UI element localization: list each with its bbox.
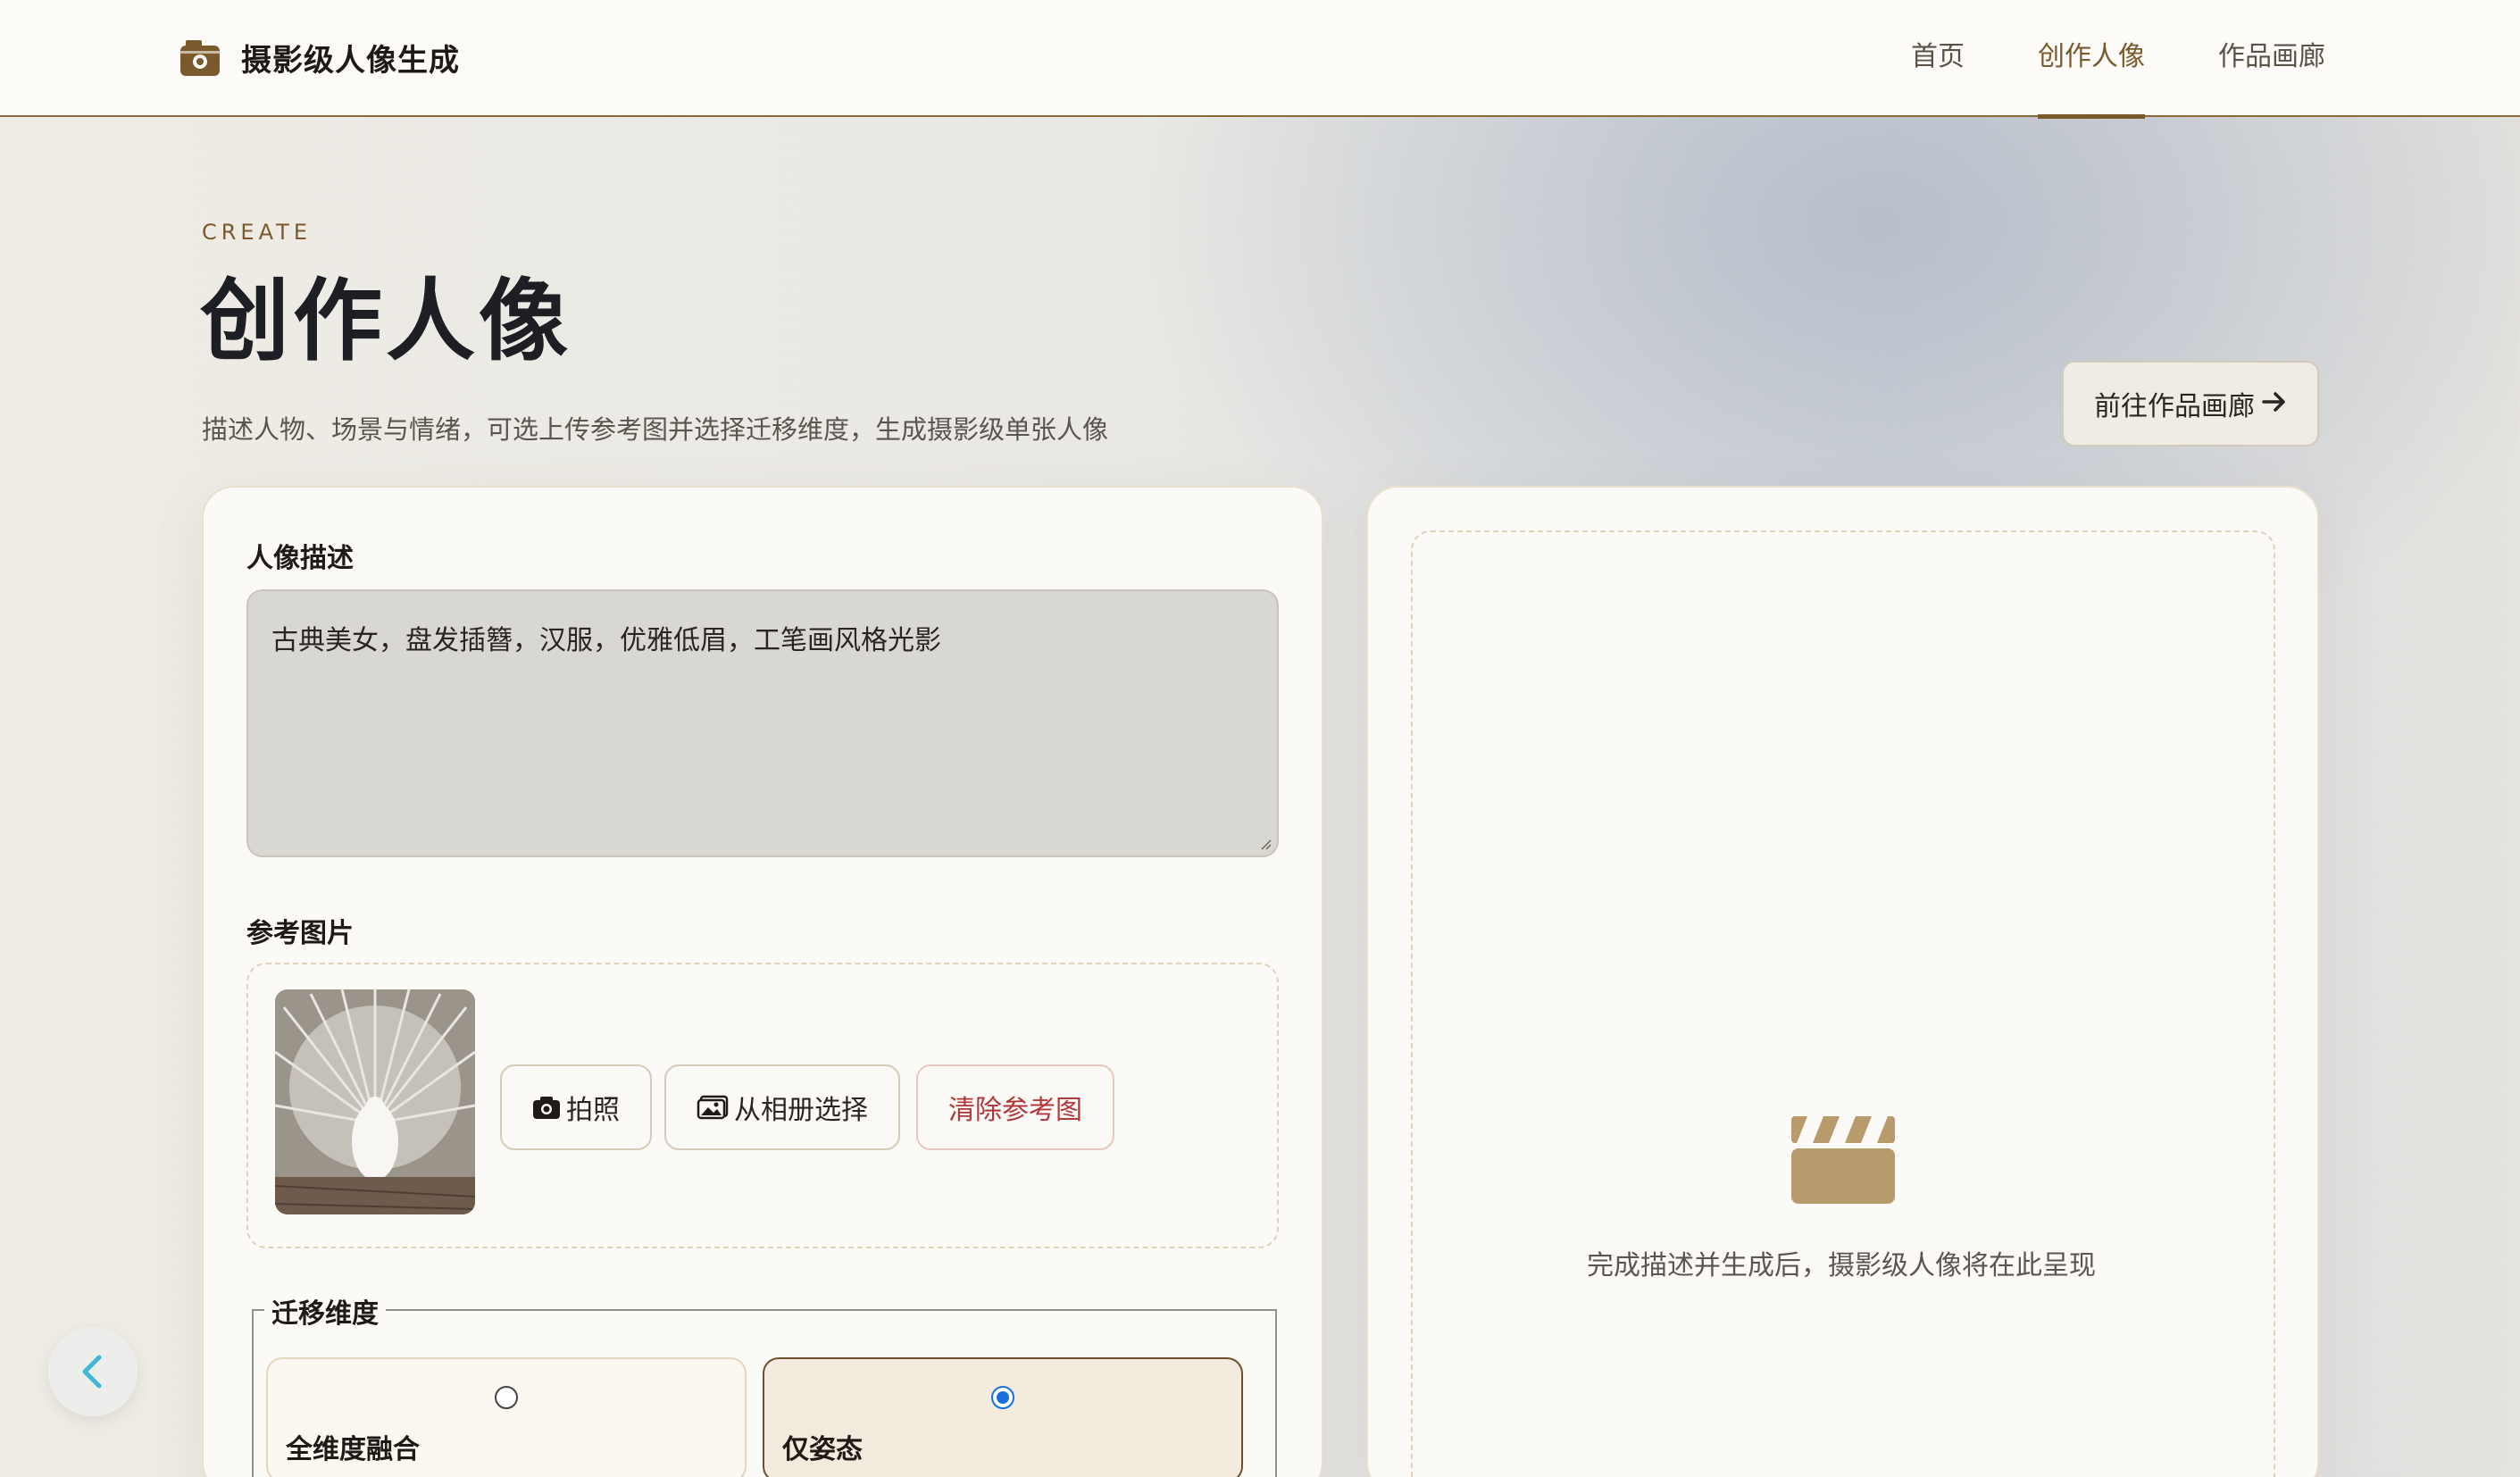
nav-item-gallery[interactable]: 作品画廊 [2218,0,2325,117]
choose-from-album-button[interactable]: 从相册选择 [664,1064,900,1150]
take-photo-button[interactable]: 拍照 [500,1064,652,1150]
clear-reference-label: 清除参考图 [948,1095,1082,1126]
reference-thumbnail [275,989,475,1214]
go-to-gallery-button[interactable]: 前往作品画廊 [2062,361,2319,446]
top-navigation-bar: 摄影级人像生成 首页 创作人像 作品画廊 [0,0,2520,119]
go-to-gallery-label: 前往作品画廊 [2094,391,2255,422]
brand-title: 摄影级人像生成 [241,43,460,79]
description-textarea[interactable]: 古典美女，盘发插簪，汉服，优雅低眉，工笔画风格光影 [246,589,1279,857]
create-form-card: 人像描述 古典美女，盘发插簪，汉服，优雅低眉，工笔画风格光影 参考图片 拍照 从… [202,486,1323,1477]
arrow-right-icon [2262,388,2287,420]
page-title: 创作人像 [200,269,572,373]
image-icon [697,1095,729,1120]
back-button[interactable] [48,1327,138,1416]
preview-card [1366,486,2319,1477]
nav-item-create[interactable]: 创作人像 [2038,0,2145,119]
camera-icon [532,1095,561,1120]
transfer-dimension-fieldset: 迁移维度 全维度融合 仅姿态 [252,1291,1277,1477]
radio-full-fusion[interactable] [495,1386,518,1409]
clapperboard-icon [1791,1116,1895,1204]
clear-reference-button[interactable]: 清除参考图 [916,1064,1114,1150]
nav-item-home[interactable]: 首页 [1911,0,1965,117]
brand[interactable]: 摄影级人像生成 [179,36,460,79]
chevron-left-icon [82,1355,102,1389]
description-text: 古典美女，盘发插簪，汉服，优雅低眉，工笔画风格光影 [271,625,941,656]
option-full-fusion[interactable]: 全维度融合 [266,1357,747,1477]
transfer-dimension-legend: 迁移维度 [264,1291,386,1331]
description-label: 人像描述 [246,543,354,574]
option-full-fusion-label: 全维度融合 [286,1434,420,1465]
choose-from-album-label: 从相册选择 [734,1095,868,1126]
radio-pose-only[interactable] [991,1386,1014,1409]
camera-icon [180,39,220,76]
reference-image-area: 拍照 从相册选择 清除参考图 [246,963,1279,1248]
page-eyebrow: CREATE [202,220,312,245]
option-pose-only-label: 仅姿态 [782,1434,863,1465]
page-subtitle: 描述人物、场景与情绪，可选上传参考图并选择迁移维度，生成摄影级单张人像 [202,414,1109,445]
main-nav: 首页 创作人像 作品画廊 [1911,0,2399,119]
peacock-image [275,989,475,1214]
preview-placeholder [1411,530,2275,1477]
reference-label: 参考图片 [246,918,354,949]
preview-hint: 完成描述并生成后，摄影级人像将在此呈现 [1587,1250,2096,1281]
take-photo-label: 拍照 [566,1095,620,1126]
option-pose-only[interactable]: 仅姿态 [763,1357,1243,1477]
resize-grip-icon[interactable] [1257,836,1272,850]
